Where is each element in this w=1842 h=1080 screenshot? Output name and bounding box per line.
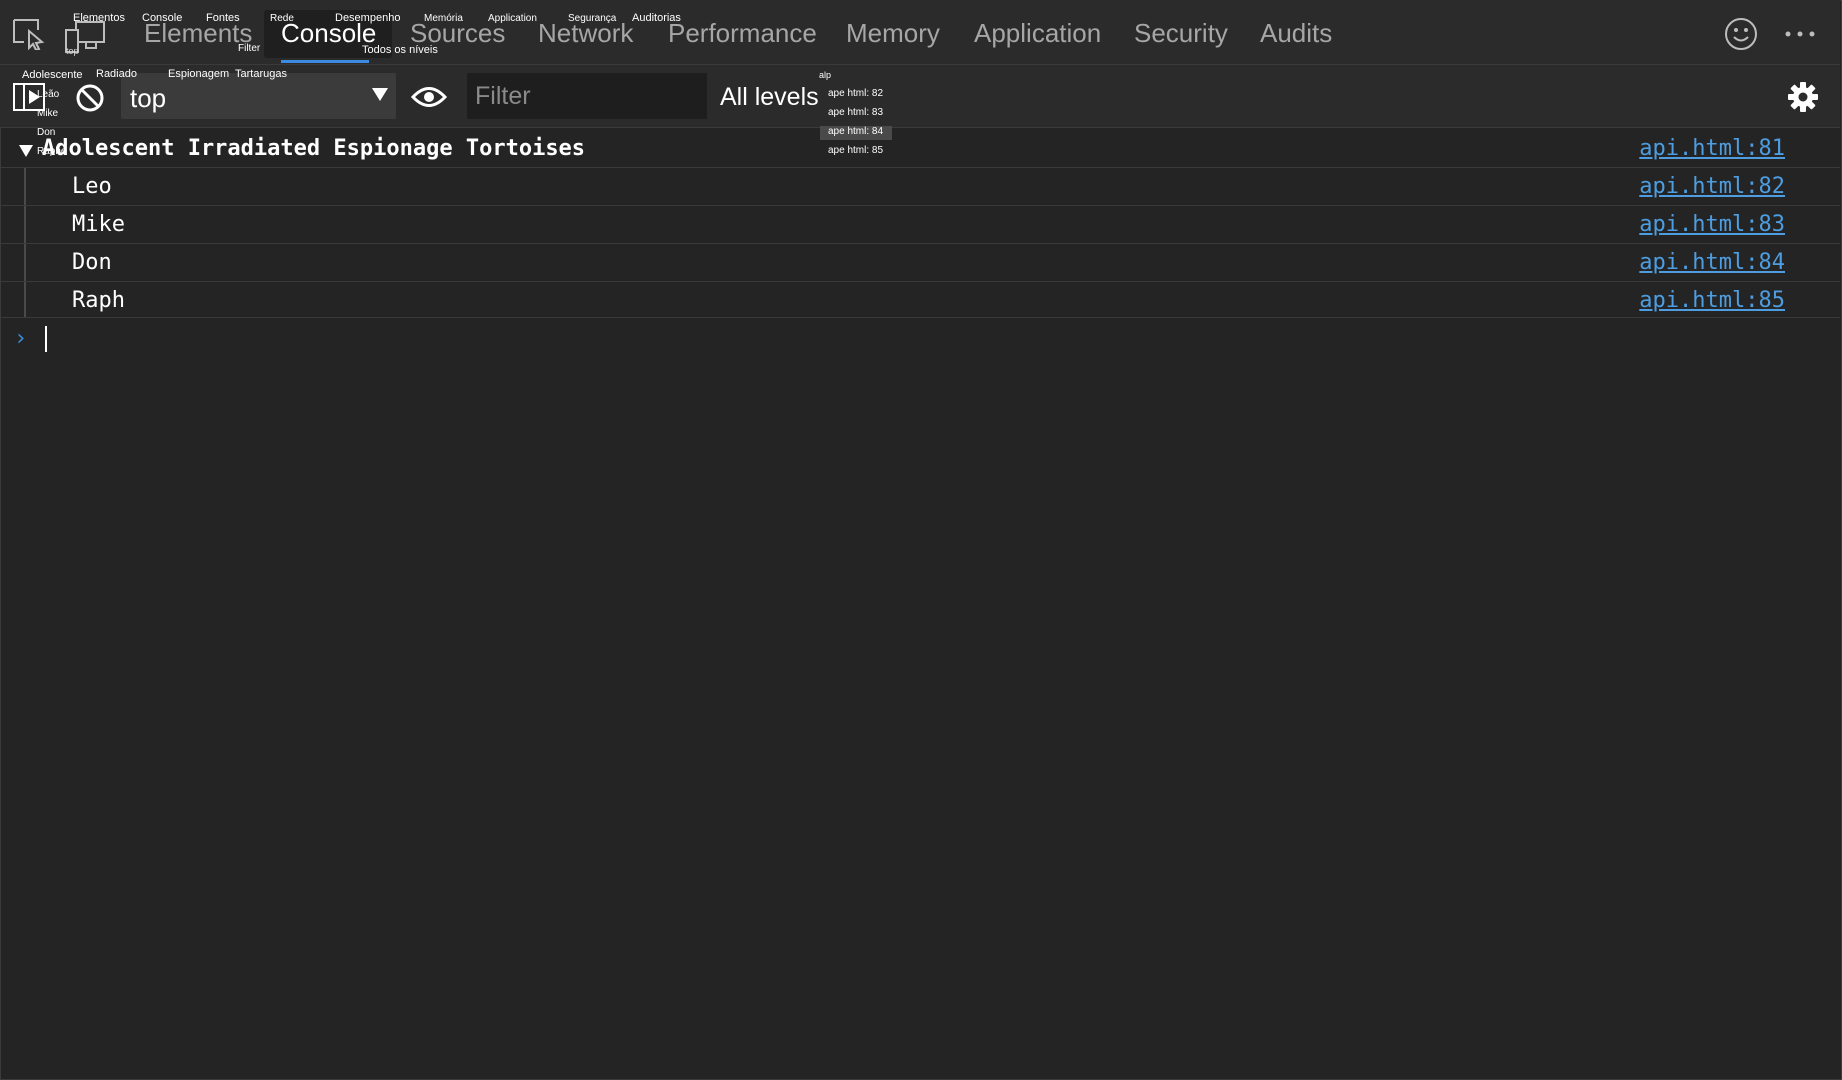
live-expression-icon[interactable] — [411, 84, 447, 110]
inspect-element-icon[interactable] — [12, 18, 46, 50]
name-translation: Raphe — [37, 146, 67, 157]
context-value: top — [130, 83, 167, 113]
source-link[interactable]: api.html:83 — [1639, 212, 1785, 237]
log-entry — [0, 282, 1840, 318]
chevron-down-icon[interactable] — [372, 88, 388, 101]
log-message: Don — [72, 250, 112, 275]
tab-security[interactable]: Security — [1134, 18, 1228, 49]
tab-translation-audits: Auditorias — [632, 12, 681, 24]
tab-memory[interactable]: Memory — [846, 18, 940, 49]
log-message: Mike — [72, 212, 125, 237]
log-entry — [0, 244, 1840, 282]
name-translation: Don — [37, 127, 56, 138]
tab-translation-application: Application — [488, 13, 537, 24]
tab-translation-security: Segurança — [568, 13, 617, 24]
more-options-icon[interactable] — [1784, 30, 1816, 38]
log-message: Leo — [72, 174, 112, 199]
tab-translation-memory: Memória — [424, 13, 463, 24]
console-prompt-icon: › — [14, 326, 28, 351]
console-input-caret[interactable] — [45, 326, 47, 352]
log-message: Raph — [72, 288, 125, 313]
group-word-translation: Tartarugas — [235, 68, 287, 80]
group-word-translation: Adolescente — [22, 69, 83, 81]
group-title: Adolescent Irradiated Espionage Tortoise… — [42, 136, 586, 161]
clear-console-icon[interactable] — [75, 83, 105, 113]
tab-audits[interactable]: Audits — [1260, 18, 1332, 49]
tab-translation-network: Rede — [270, 13, 294, 24]
tab-translation-performance: Desempenho — [335, 12, 401, 24]
log-entry — [0, 206, 1840, 244]
source-link[interactable]: api.html:85 — [1639, 288, 1785, 313]
smiley-icon[interactable] — [1724, 17, 1758, 51]
expand-triangle-icon[interactable] — [19, 145, 33, 157]
tab-translation-sources: Fontes — [206, 12, 240, 24]
link-overlay-item: ape html: 82 — [828, 88, 884, 99]
gear-icon[interactable] — [1787, 81, 1819, 113]
active-tab-indicator — [281, 60, 369, 63]
levels-translation: Todos os níveis — [362, 44, 438, 56]
tab-application[interactable]: Application — [974, 18, 1101, 49]
log-levels-dropdown[interactable]: All levels — [720, 83, 819, 112]
log-entry — [0, 168, 1840, 206]
device-overlay-label: top — [66, 46, 79, 56]
link-overlay-header: alp — [819, 70, 832, 80]
tab-performance[interactable]: Performance — [668, 18, 817, 49]
group-word-translation: Espionagem — [168, 68, 230, 80]
link-overlay-item: ape html: 83 — [828, 107, 884, 118]
source-link[interactable]: api.html:82 — [1639, 174, 1785, 199]
group-word-translation: Radiado — [96, 68, 137, 80]
name-translation: Leão — [37, 89, 60, 100]
source-link[interactable]: api.html:84 — [1639, 250, 1785, 275]
filter-input[interactable] — [467, 73, 707, 119]
source-link[interactable]: api.html:81 — [1639, 136, 1785, 161]
tab-translation-elements: Elementos — [73, 12, 125, 24]
name-translation: Mike — [37, 108, 59, 119]
filter-translation: Filter — [238, 43, 261, 54]
tab-translation-console: Console — [142, 12, 183, 24]
